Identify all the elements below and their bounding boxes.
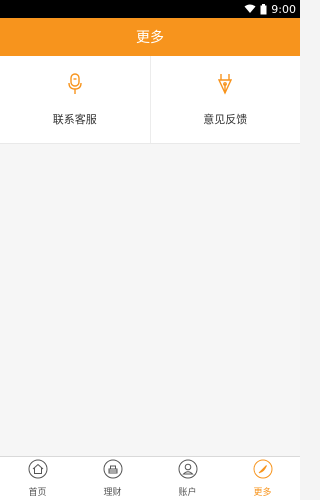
more-icon	[253, 459, 273, 483]
tab-finance-label: 理财	[103, 488, 122, 498]
customer-service-label: 联系客服	[52, 112, 97, 126]
bottom-tab-bar: 首页 理财 账户 更多	[0, 456, 300, 500]
tab-more[interactable]: 更多	[225, 457, 300, 500]
tab-account-label: 账户	[178, 488, 197, 498]
page-header: 更多	[0, 18, 300, 56]
content-area	[0, 144, 300, 456]
pen-nib-icon	[218, 73, 233, 99]
tab-finance[interactable]: 理财	[75, 457, 150, 500]
tab-account[interactable]: 账户	[150, 457, 225, 500]
microphone-icon	[68, 72, 82, 99]
tab-home-label: 首页	[28, 488, 47, 498]
customer-service-button[interactable]: 联系客服	[0, 56, 150, 143]
tab-more-label: 更多	[253, 488, 272, 498]
tab-home[interactable]: 首页	[0, 457, 75, 500]
status-bar: 9:00	[0, 0, 300, 18]
wifi-icon	[244, 4, 256, 14]
feedback-label: 意见反馈	[203, 112, 248, 126]
page-title: 更多	[136, 30, 164, 46]
account-icon	[178, 459, 198, 483]
finance-icon	[103, 459, 123, 483]
status-time: 9:00	[271, 2, 296, 16]
options-grid: 联系客服 意见反馈	[0, 56, 300, 144]
battery-icon	[260, 3, 267, 15]
home-icon	[28, 459, 48, 483]
feedback-button[interactable]: 意见反馈	[149, 56, 301, 143]
